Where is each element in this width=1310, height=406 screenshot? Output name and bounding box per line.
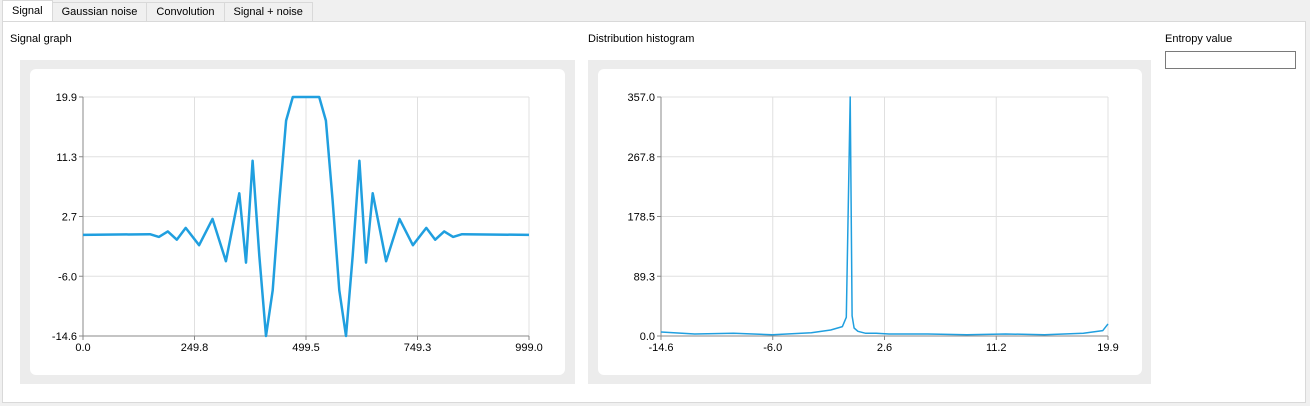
x-tick-label: -14.6 <box>648 342 673 354</box>
x-tick-label: -6.0 <box>763 342 782 354</box>
x-tick-label: 19.9 <box>1097 342 1118 354</box>
tab-bar: Signal Gaussian noise Convolution Signal… <box>2 0 313 22</box>
y-tick-label: -14.6 <box>52 331 77 343</box>
y-tick-label: -6.0 <box>58 271 77 283</box>
signal-chart: 19.9 11.3 2.7 -6.0 -14.60.0 249.8 499.5 749.3 99… <box>52 92 543 354</box>
x-tick-label: 11.2 <box>986 342 1007 354</box>
x-tick-label: 499.5 <box>292 342 320 354</box>
x-tick-label: 749.3 <box>404 342 432 354</box>
y-tick-label: 178.5 <box>627 212 655 224</box>
histogram-chart: 357.0267.8178.589.30.0-14.6 -6.0 2.6 11.2 19… <box>627 92 1118 354</box>
tab-gaussian-noise[interactable]: Gaussian noise <box>51 2 148 21</box>
y-tick-label: 2.7 <box>62 212 77 224</box>
signal-chart-card: 19.9 11.3 2.7 -6.0 -14.6 0.0 249.8 499.5 749.3 99… <box>30 69 565 375</box>
entropy-label: Entropy value <box>1165 33 1233 45</box>
entropy-field[interactable] <box>1165 51 1296 69</box>
tab-convolution[interactable]: Convolution <box>146 2 225 21</box>
x-tick-label: 999.0 <box>515 342 543 354</box>
histogram-chart-frame: 357.0 267.8 178.5 89.3 0.0 -14.6 -6.0 2.6 11.2 19… <box>588 60 1151 384</box>
y-tick-label: 19.9 <box>56 92 77 104</box>
y-tick-label: 267.8 <box>627 152 655 164</box>
y-tick-label: 357.0 <box>627 92 655 104</box>
y-tick-label: 11.3 <box>56 152 77 164</box>
tab-signal-plus-noise[interactable]: Signal + noise <box>223 2 313 21</box>
x-tick-label: 249.8 <box>181 342 209 354</box>
histogram-title: Distribution histogram <box>588 33 695 45</box>
x-tick-label: 0.0 <box>75 342 90 354</box>
signal-graph-title: Signal graph <box>10 33 72 45</box>
x-tick-label: 2.6 <box>877 342 892 354</box>
signal-chart-frame: 19.9 11.3 2.7 -6.0 -14.6 0.0 249.8 499.5 749.3 99… <box>20 60 575 384</box>
y-tick-label: 89.3 <box>634 271 655 283</box>
tab-signal[interactable]: Signal <box>2 0 53 21</box>
histogram-chart-card: 357.0 267.8 178.5 89.3 0.0 -14.6 -6.0 2.6 11.2 19… <box>598 69 1142 375</box>
